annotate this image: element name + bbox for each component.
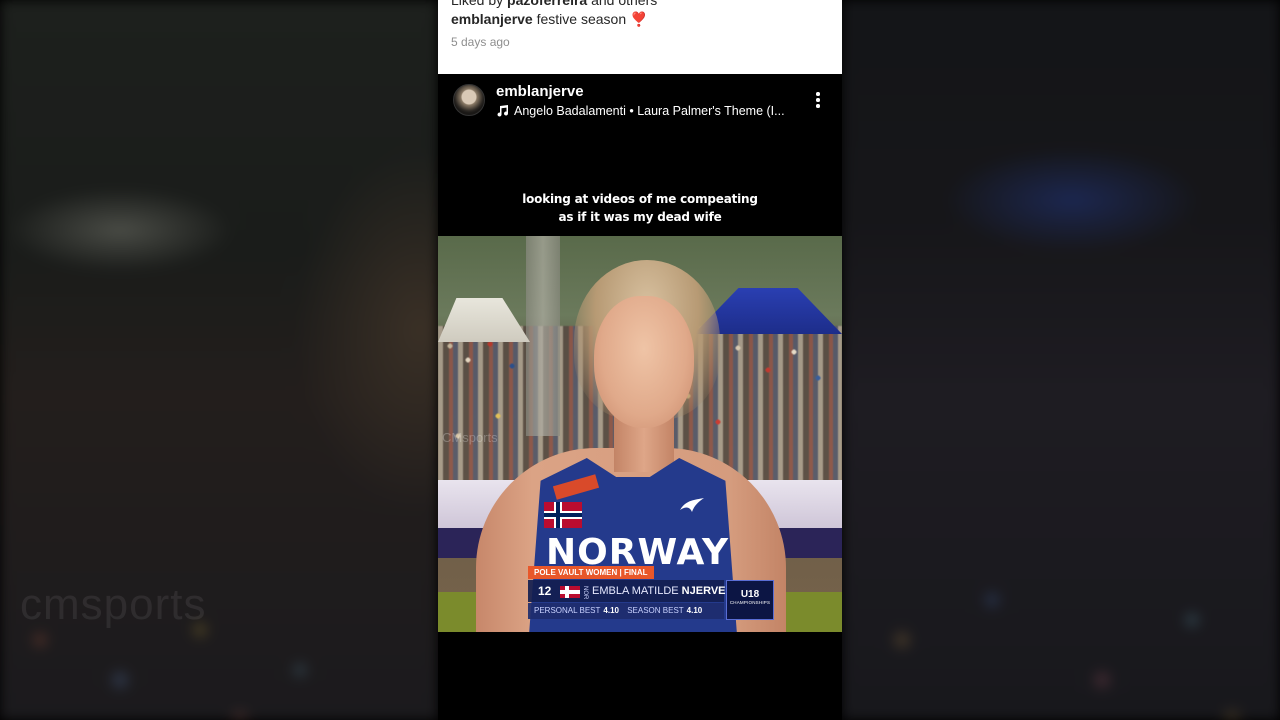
sb-value: 4.10 [686,606,703,615]
post-header: emblanjerve Angelo Badalamenti • Laura P… [438,74,842,130]
athlete-name: EMBLA MATILDE NJERVE [592,585,726,597]
athlete-stats: PERSONAL BEST 4.10 SEASON BEST 4.10 [528,603,724,619]
championship-logo-sub: CHAMPIONSHIPS [729,600,771,605]
broadcast-lower-third: POLE VAULT WOMEN | FINAL 12 NOR EMBLA MA… [528,566,775,620]
puma-logo-icon [678,496,706,516]
pb-value: 4.10 [603,606,619,615]
post-footer-area [438,632,842,720]
previous-post-caption: emblanjerve festive season ❣️ [451,11,647,28]
heart-exclamation-icon: ❣️ [630,11,648,27]
music-note-icon [497,105,509,117]
championship-logo-text: U18 [740,589,760,600]
post-username[interactable]: emblanjerve [496,83,584,100]
liked-by-line[interactable]: Liked by pazoferreira and others [451,0,657,8]
athlete-face [594,296,694,428]
bib-number: 12 [538,584,552,598]
norway-flag-icon [544,502,582,528]
athlete-nameplate: 12 NOR EMBLA MATILDE NJERVE [528,580,726,602]
backdrop-right [842,0,1280,720]
caption-username[interactable]: emblanjerve [451,11,533,27]
more-options-icon[interactable] [809,92,827,110]
country-code: NOR [582,586,588,600]
video-watermark: CMsports [442,430,498,445]
overlay-line-2: as if it was my dead wife [558,210,722,224]
athlete-last-name: NJERVE [681,585,726,597]
avatar[interactable] [453,84,485,116]
backdrop-watermark: cmsports [20,580,207,629]
norway-flag-small-icon [560,586,580,598]
post-timestamp[interactable]: 5 days ago [451,35,510,49]
athlete-first-name: EMBLA MATILDE [592,585,679,597]
previous-post-footer: Liked by pazoferreira and others emblanj… [438,0,842,74]
sb-label: SEASON BEST [627,606,684,615]
video-overlay-caption: looking at videos of me compeating as if… [438,190,842,226]
caption-text: festive season [536,11,627,27]
overlay-line-1: looking at videos of me compeating [522,192,758,206]
liked-by-suffix: and others [591,0,658,8]
music-attribution[interactable]: Angelo Badalamenti • Laura Palmer's Them… [514,104,785,118]
event-label: POLE VAULT WOMEN | FINAL [528,566,654,579]
liked-by-user[interactable]: pazoferreira [507,0,587,8]
pb-label: PERSONAL BEST [534,606,601,615]
instagram-feed[interactable]: Liked by pazoferreira and others emblanj… [438,0,842,720]
championship-logo: U18 CHAMPIONSHIPS [726,580,774,620]
reel-video[interactable]: NORWAY CMsports POLE VAULT WOMEN | FINAL… [438,236,842,632]
liked-by-prefix: Liked by [451,0,504,8]
